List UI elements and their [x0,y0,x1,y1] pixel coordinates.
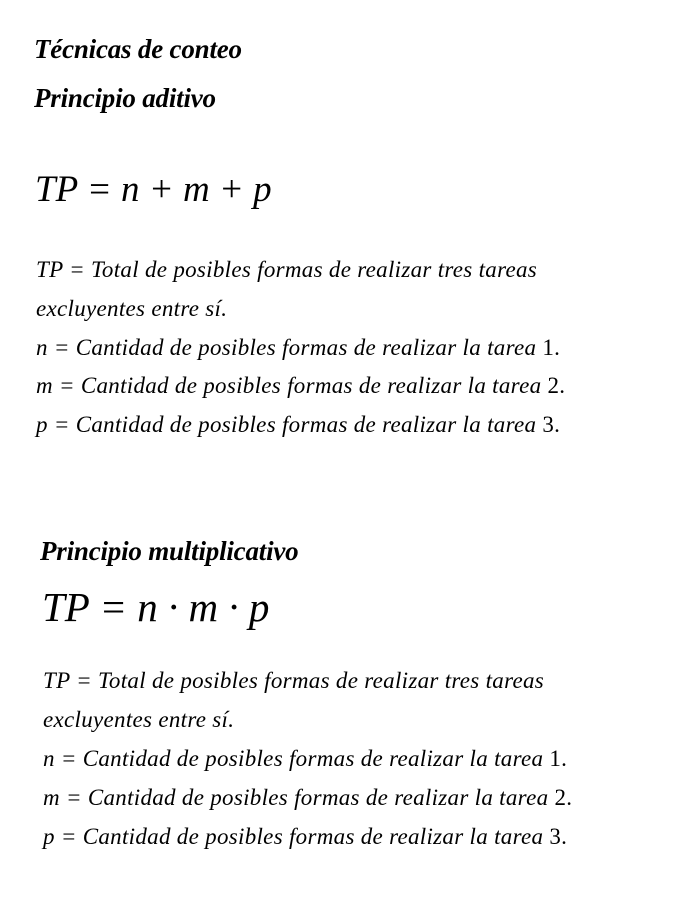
definition-line: p = Cantidad de posibles formas de reali… [36,412,561,437]
additive-formula: TP = n + m + p [35,169,272,210]
definition-line: TP = Total de posibles formas de realiza… [43,668,545,693]
definition-line: excluyentes entre sí. [36,296,228,321]
definition-line: m = Cantidad de posibles formas de reali… [36,373,566,398]
definition-line: excluyentes entre sí. [43,707,235,732]
additive-principle-heading: Principio aditivo [34,83,216,113]
page-title: Técnicas de conteo [34,34,242,64]
definition-line: m = Cantidad de posibles formas de reali… [43,785,573,810]
definition-line: p = Cantidad de posibles formas de reali… [43,824,568,849]
multiplicative-formula: TP = n · m · p [42,584,270,630]
definition-line: n = Cantidad de posibles formas de reali… [36,335,561,360]
definition-line: TP = Total de posibles formas de realiza… [36,257,538,282]
multiplicative-principle-heading: Principio multiplicativo [40,536,299,566]
definition-line: n = Cantidad de posibles formas de reali… [43,746,568,771]
